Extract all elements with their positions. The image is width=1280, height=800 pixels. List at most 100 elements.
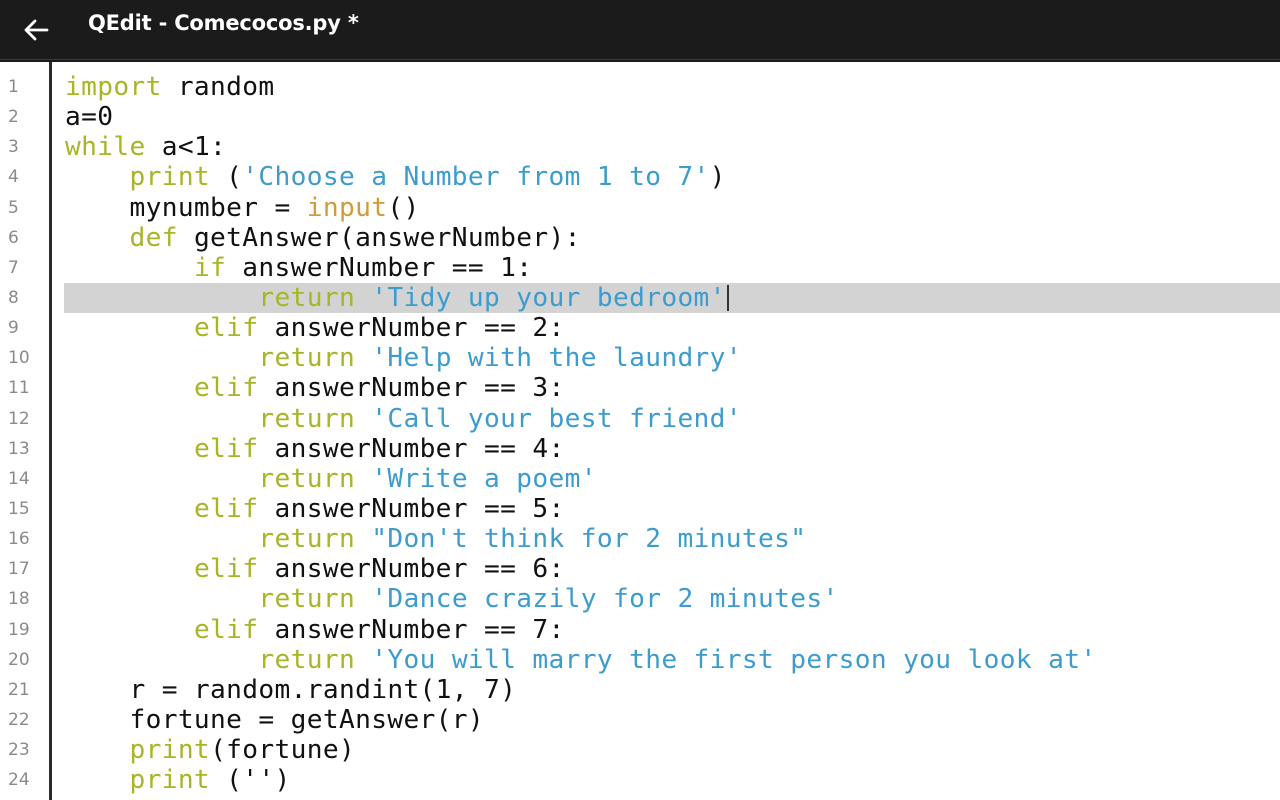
line-code: print ('') — [65, 765, 291, 795]
string-token: 'Choose a Number from 1 to 7' — [242, 162, 710, 193]
line-number: 6 — [8, 227, 19, 248]
code-line[interactable]: 18 return 'Dance crazily for 2 minutes' — [0, 584, 1280, 614]
code-token: answerNumber == 5: — [258, 493, 565, 524]
keyword-token: return — [258, 584, 356, 615]
code-line[interactable]: 4 print ('Choose a Number from 1 to 7') — [0, 162, 1280, 192]
code-line[interactable]: 23 print(fortune) — [0, 735, 1280, 765]
top-app-bar: QEdit - Comecocos.py * — [0, 0, 1280, 60]
line-code: r = random.randint(1, 7) — [65, 675, 516, 705]
string-token: 'Call your best friend' — [371, 403, 742, 434]
line-number: 18 — [8, 589, 30, 610]
keyword-token: elif — [193, 373, 259, 404]
line-number: 2 — [8, 107, 19, 128]
line-number: 12 — [8, 408, 30, 429]
code-editor[interactable]: 1 import random 2 a=0 3 while a<1: 4 print ('C… — [0, 62, 1280, 800]
keyword-token: elif — [193, 493, 259, 524]
code-text-area[interactable]: 1 import random 2 a=0 3 while a<1: 4 print ('C… — [0, 72, 1280, 795]
line-code: return 'You will marry the first person … — [65, 645, 1096, 675]
code-token: getAnswer(answerNumber): — [177, 222, 581, 253]
window-title: QEdit - Comecocos.py * — [88, 11, 359, 35]
line-code: return 'Dance crazily for 2 minutes' — [65, 584, 839, 614]
code-line[interactable]: 21 r = random.randint(1, 7) — [0, 675, 1280, 705]
keyword-token: if — [193, 252, 227, 283]
line-number: 9 — [8, 318, 19, 339]
code-line[interactable]: 1 import random — [0, 72, 1280, 102]
code-token: answerNumber == 7: — [258, 614, 565, 645]
code-token: () — [387, 192, 420, 223]
code-line[interactable]: 20 return 'You will marry the first pers… — [0, 645, 1280, 675]
code-token: a<1: — [145, 132, 227, 163]
line-code: import random — [65, 72, 275, 102]
line-code: elif answerNumber == 6: — [65, 554, 565, 584]
code-token: answerNumber == 3: — [258, 373, 565, 404]
line-number: 22 — [8, 709, 30, 730]
code-line[interactable]: 14 return 'Write a poem' — [0, 464, 1280, 494]
code-line[interactable]: 15 elif answerNumber == 5: — [0, 494, 1280, 524]
code-line[interactable]: 2 a=0 — [0, 102, 1280, 132]
line-number: 3 — [8, 137, 19, 158]
code-token: (fortune) — [210, 735, 356, 766]
keyword-token: return — [258, 644, 356, 675]
keyword-token: return — [258, 343, 356, 374]
code-line[interactable]: 13 elif answerNumber == 4: — [0, 434, 1280, 464]
line-number: 8 — [8, 287, 19, 308]
line-number: 10 — [8, 348, 30, 369]
line-number: 13 — [8, 438, 30, 459]
keyword-token: return — [258, 282, 356, 313]
back-button[interactable] — [0, 0, 72, 60]
string-token: 'Tidy up your bedroom' — [371, 282, 726, 313]
code-token: ) — [709, 162, 726, 193]
code-line[interactable]: 7 if answerNumber == 1: — [0, 253, 1280, 283]
code-token: ( — [210, 162, 243, 193]
code-line[interactable]: 10 return 'Help with the laundry' — [0, 343, 1280, 373]
line-number: 4 — [8, 167, 19, 188]
code-line[interactable]: 8 return 'Tidy up your bedroom' — [0, 282, 1280, 314]
code-line[interactable]: 22 fortune = getAnswer(r) — [0, 705, 1280, 735]
code-token: random — [161, 72, 275, 102]
keyword-token: elif — [193, 614, 259, 645]
code-token: ('') — [210, 765, 291, 796]
line-code: if answerNumber == 1: — [65, 253, 532, 283]
code-line[interactable]: 12 return 'Call your best friend' — [0, 404, 1280, 434]
line-code: elif answerNumber == 2: — [65, 313, 565, 343]
string-token: "Don't think for 2 minutes" — [371, 524, 807, 555]
line-number: 17 — [8, 559, 30, 580]
keyword-token: def — [129, 222, 178, 253]
code-line[interactable]: 11 elif answerNumber == 3: — [0, 373, 1280, 403]
code-line[interactable]: 16 return "Don't think for 2 minutes" — [0, 524, 1280, 554]
code-line[interactable]: 9 elif answerNumber == 2: — [0, 313, 1280, 343]
code-token: answerNumber == 6: — [258, 554, 565, 585]
code-line[interactable]: 19 elif answerNumber == 7: — [0, 615, 1280, 645]
line-code: return 'Tidy up your bedroom' — [65, 283, 729, 313]
code-line[interactable]: 6 def getAnswer(answerNumber): — [0, 223, 1280, 253]
code-line[interactable]: 17 elif answerNumber == 6: — [0, 554, 1280, 584]
line-code: return 'Help with the laundry' — [65, 343, 742, 373]
code-line[interactable]: 3 while a<1: — [0, 132, 1280, 162]
line-code: a=0 — [65, 102, 113, 132]
line-code: elif answerNumber == 7: — [65, 615, 565, 645]
line-code: while a<1: — [65, 132, 226, 162]
line-number: 19 — [8, 619, 30, 640]
code-token: answerNumber == 4: — [258, 433, 565, 464]
arrow-left-icon — [24, 19, 49, 41]
line-code: mynumber = input() — [65, 193, 420, 223]
code-line[interactable]: 24 print ('') — [0, 765, 1280, 795]
code-line[interactable]: 5 mynumber = input() — [0, 193, 1280, 223]
line-code: return 'Write a poem' — [65, 464, 597, 494]
code-token: r = random.randint(1, 7) — [65, 674, 517, 705]
